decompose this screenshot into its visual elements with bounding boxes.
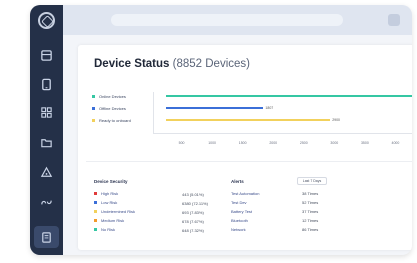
- security-row[interactable]: Undetermined Risk: [94, 209, 135, 214]
- legend-label: Offline Devices: [99, 105, 126, 111]
- risk-label: Undetermined Risk: [101, 209, 136, 214]
- chart-x-tick-label: 1500: [238, 141, 247, 145]
- chart-bar: [166, 107, 264, 109]
- risk-label: Low Risk: [101, 200, 118, 205]
- security-row[interactable]: No Risk: [94, 227, 115, 232]
- sidebar-reports-icon[interactable]: [34, 226, 59, 248]
- risk-value: 6380 (72.11%): [182, 200, 208, 206]
- sidebar: [30, 5, 63, 255]
- title-text: Device Status: [94, 58, 170, 70]
- risk-value: 443 (5.01%): [182, 191, 204, 197]
- chart-x-tick-label: 1000: [208, 141, 217, 145]
- app-window: Device Status (8852 Devices) Online Devi…: [30, 5, 412, 255]
- chart-legend-item: Online Devices: [92, 92, 126, 100]
- chart-bar: [166, 95, 412, 97]
- risk-label: High Risk: [101, 191, 119, 196]
- alert-count: 37 Times: [302, 209, 319, 214]
- risk-value: 693 (7.83%): [182, 209, 204, 215]
- legend-label: Ready to onboard: [99, 117, 131, 123]
- security-row[interactable]: Low Risk: [94, 200, 117, 205]
- sidebar-alert-icon[interactable]: [39, 165, 54, 180]
- chart-data-label: 2900: [332, 118, 341, 122]
- alert-count: 52 Times: [302, 200, 319, 205]
- chart-x-tick-label: 500: [178, 141, 185, 145]
- alerts-range-filter[interactable]: Last 7 Days: [297, 177, 327, 185]
- risk-color-swatch: [94, 192, 97, 195]
- chart-data-label: 1807: [265, 106, 274, 110]
- chart-legend-item: Ready to onboard: [92, 116, 131, 124]
- legend-swatch: [92, 118, 95, 122]
- alert-name[interactable]: Bluetooth: [231, 218, 248, 223]
- legend-label: Online Devices: [99, 93, 126, 99]
- device-security-title: Device Security: [94, 179, 128, 184]
- device-count: (8852 Devices): [172, 58, 250, 70]
- alert-name[interactable]: Battery Test: [231, 209, 252, 214]
- risk-label: Medium Risk: [101, 218, 125, 223]
- alert-name[interactable]: Network: [231, 227, 246, 232]
- risk-color-swatch: [94, 228, 97, 231]
- chart-y-axis: [153, 92, 154, 133]
- security-row[interactable]: Medium Risk: [94, 218, 124, 223]
- risk-label: No Risk: [101, 227, 116, 232]
- alerts-title: Alerts: [231, 179, 244, 184]
- profile-icon[interactable]: [388, 14, 400, 26]
- legend-swatch: [92, 106, 95, 110]
- sidebar-dashboard-icon[interactable]: [39, 48, 54, 63]
- page-title: Device Status (8852 Devices): [94, 58, 250, 70]
- risk-color-swatch: [94, 201, 97, 204]
- chart-bar: [166, 119, 331, 121]
- chart-x-tick-label: 2000: [269, 141, 278, 145]
- risk-color-swatch: [94, 210, 97, 213]
- alert-count: 12 Times: [302, 218, 319, 223]
- sidebar-apps-icon[interactable]: [39, 105, 54, 120]
- chart-x-tick-label: 4000: [391, 141, 400, 145]
- chart-x-tick-label: 3000: [330, 141, 339, 145]
- risk-color-swatch: [94, 219, 97, 222]
- legend-swatch: [92, 94, 95, 98]
- alert-count: 38 Times: [302, 191, 319, 196]
- search-bar[interactable]: [111, 14, 343, 26]
- alert-name[interactable]: Test Dev: [231, 200, 247, 205]
- section-divider: [86, 161, 412, 162]
- chart-x-axis: [153, 133, 412, 134]
- alert-count: 86 Times: [302, 227, 319, 232]
- risk-value: 648 (7.32%): [182, 227, 204, 233]
- sidebar-folder-icon[interactable]: [39, 135, 54, 150]
- alert-name[interactable]: Test Automation: [231, 191, 259, 196]
- app-logo-icon: [38, 12, 55, 29]
- sidebar-link-icon[interactable]: [39, 195, 54, 210]
- chart-x-tick-label: 2500: [299, 141, 308, 145]
- security-row[interactable]: High Risk: [94, 191, 118, 196]
- top-bar: [63, 5, 412, 35]
- chart-legend-item: Offline Devices: [92, 104, 126, 112]
- device-status-card: Device Status (8852 Devices) Online Devi…: [78, 45, 412, 250]
- chart-x-tick-label: 3500: [360, 141, 369, 145]
- risk-value: 678 (7.67%): [182, 218, 204, 224]
- sidebar-devices-icon[interactable]: [39, 77, 54, 92]
